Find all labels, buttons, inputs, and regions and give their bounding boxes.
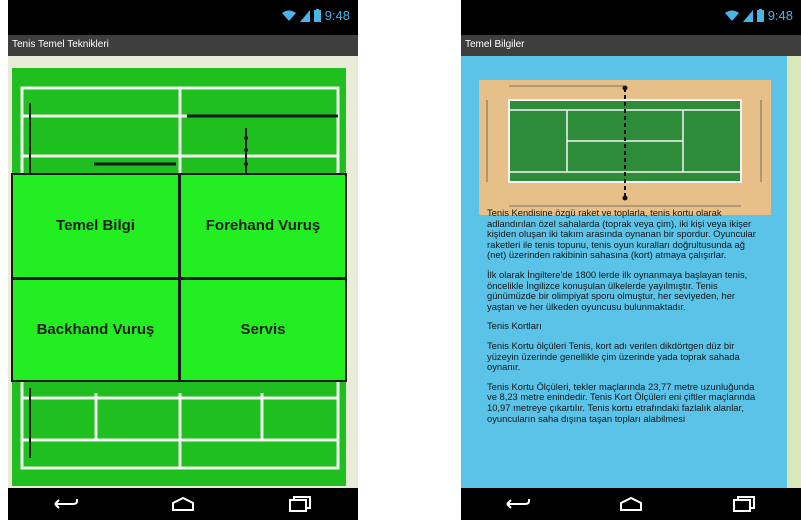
menu-grid: Temel Bilgi Forehand Vuruş Backhand Vuru… <box>11 173 347 382</box>
court-diagram-image <box>486 85 762 207</box>
app-title: Temel Bilgiler <box>465 39 525 50</box>
recents-icon <box>288 496 311 512</box>
paragraph: Tenis Kendisine özgü raket ve toplarla, … <box>487 207 756 261</box>
paragraph: Tenis Kortu ölçüleri Tenis, kort adı ver… <box>487 339 740 373</box>
app-bar: Tenis Temel Teknikleri <box>8 35 358 56</box>
navigation-bar <box>461 488 801 520</box>
recents-icon <box>733 496 756 512</box>
status-bar: 9:48 <box>8 0 358 35</box>
left-phone-screen: 9:48 Tenis Temel Teknikleri Temel Bilgi … <box>8 0 358 520</box>
servis-button[interactable]: Servis <box>179 277 346 381</box>
article-text: Tenis Kendisine özgü raket ve toplarla, … <box>487 207 763 433</box>
navigation-bar <box>8 488 358 520</box>
temel-bilgi-button[interactable]: Temel Bilgi <box>12 174 179 278</box>
status-time: 9:48 <box>324 8 350 23</box>
section-heading: Tenis Kortları <box>487 320 542 332</box>
recents-button[interactable] <box>726 491 762 517</box>
forehand-vurus-button[interactable]: Forehand Vuruş <box>179 174 346 278</box>
back-button[interactable] <box>500 491 536 517</box>
paragraph: Tenis Kortu Ölçüleri, tekler maçlarında … <box>487 380 756 424</box>
wifi-icon <box>281 10 296 21</box>
right-phone-screen: 9:48 Temel Bilgiler Tenis Kendisine özgü… <box>461 0 801 520</box>
backhand-vurus-button[interactable]: Backhand Vuruş <box>12 277 179 381</box>
paragraph: İlk olarak İngiltere'de 1800 lerde ilk o… <box>487 268 748 312</box>
article-content[interactable]: Tenis Kendisine özgü raket ve toplarla, … <box>461 56 801 488</box>
recents-button[interactable] <box>282 491 318 517</box>
home-button[interactable] <box>165 491 201 517</box>
home-icon <box>171 497 194 511</box>
battery-icon <box>756 9 764 22</box>
signal-icon <box>299 9 310 22</box>
app-title: Tenis Temel Teknikleri <box>12 39 109 50</box>
home-button[interactable] <box>613 491 649 517</box>
back-button[interactable] <box>48 491 84 517</box>
status-bar: 9:48 <box>461 0 801 35</box>
main-content: Temel Bilgi Forehand Vuruş Backhand Vuru… <box>8 56 358 488</box>
status-time: 9:48 <box>767 8 793 23</box>
wifi-icon <box>724 10 739 21</box>
signal-icon <box>742 9 753 22</box>
home-icon <box>619 497 642 511</box>
scrollbar[interactable] <box>787 56 801 488</box>
back-icon <box>505 499 530 509</box>
battery-icon <box>313 9 321 22</box>
tennis-court-diagram <box>479 80 771 215</box>
back-icon <box>54 499 79 509</box>
app-bar: Temel Bilgiler <box>461 35 801 56</box>
